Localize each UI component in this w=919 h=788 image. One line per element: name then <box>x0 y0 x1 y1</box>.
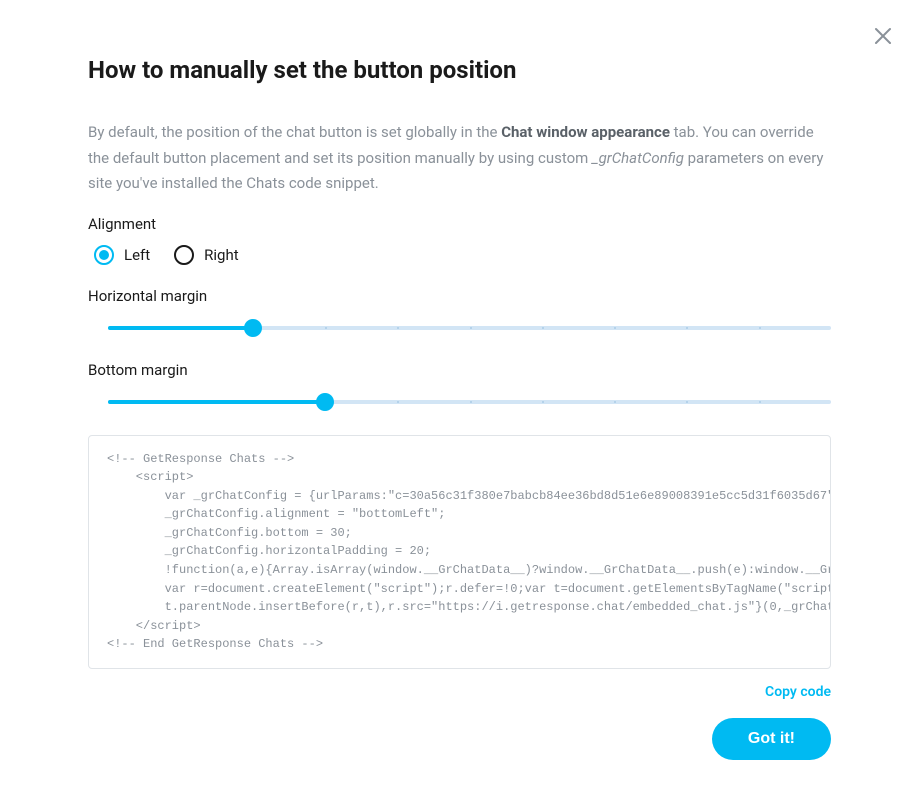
modal-description: By default, the position of the chat but… <box>88 120 831 197</box>
alignment-radio-left[interactable]: Left <box>94 245 150 265</box>
slider-fill <box>108 400 325 404</box>
modal-title: How to manually set the button position <box>88 56 831 84</box>
slider-fill <box>108 326 253 330</box>
slider-thumb[interactable] <box>244 319 262 337</box>
radio-label: Left <box>124 246 150 264</box>
horizontal-margin-section: Horizontal margin <box>88 287 831 339</box>
radio-icon <box>94 245 114 265</box>
bottom-margin-section: Bottom margin <box>88 361 831 413</box>
slider-thumb[interactable] <box>316 393 334 411</box>
copy-code-link[interactable]: Copy code <box>765 684 831 700</box>
horizontal-margin-label: Horizontal margin <box>88 287 831 305</box>
code-snippet: <!-- GetResponse Chats --> <script> var … <box>88 435 831 670</box>
radio-icon <box>174 245 194 265</box>
copy-code-row: Copy code <box>88 681 831 700</box>
alignment-radio-right[interactable]: Right <box>174 245 238 265</box>
radio-label: Right <box>204 246 238 264</box>
bottom-margin-slider[interactable] <box>108 391 831 413</box>
got-it-button[interactable]: Got it! <box>712 718 831 760</box>
horizontal-margin-slider[interactable] <box>108 317 831 339</box>
bottom-margin-label: Bottom margin <box>88 361 831 379</box>
alignment-label: Alignment <box>88 215 831 233</box>
modal-content: How to manually set the button position … <box>0 0 919 788</box>
close-icon[interactable] <box>871 24 895 48</box>
alignment-radio-group: Left Right <box>88 245 831 265</box>
modal-footer: Got it! <box>88 718 831 760</box>
